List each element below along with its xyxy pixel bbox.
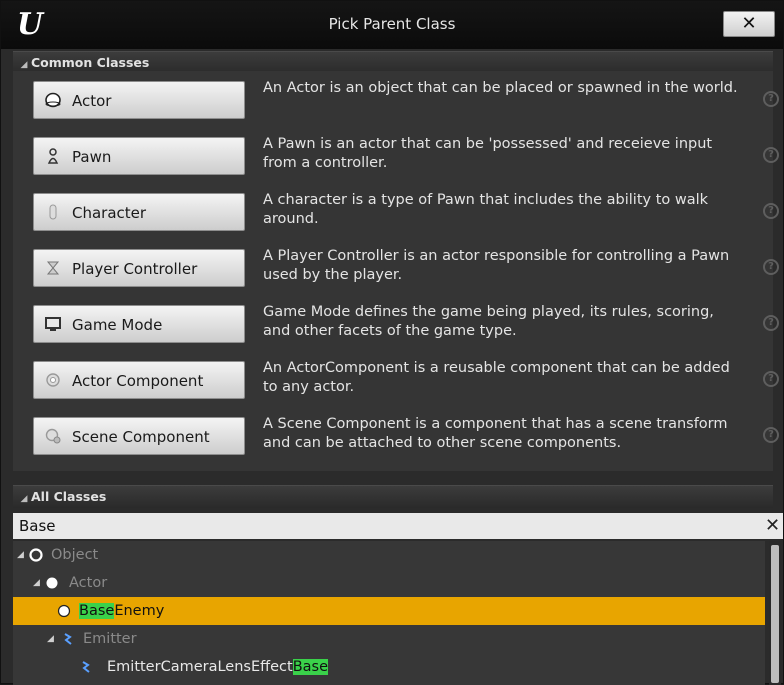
class-row-actor-component: Actor Component An ActorComponent is a r… (13, 353, 779, 409)
scene-component-button[interactable]: Scene Component (33, 417, 245, 455)
search-value: Base (19, 517, 56, 535)
player-controller-button[interactable]: Player Controller (33, 249, 245, 287)
actor-component-description: An ActorComponent is a reusable componen… (263, 360, 730, 395)
tree-row-emitter[interactable]: ◢ Emitter (13, 625, 765, 653)
emitter-icon (82, 661, 90, 673)
actor-component-button[interactable]: Actor Component (33, 361, 245, 399)
class-row-scene-component: Scene Component A Scene Component is a c… (13, 409, 779, 465)
actor-component-button-label: Actor Component (72, 372, 204, 390)
character-button-label: Character (72, 204, 147, 222)
class-tree: ◢ Object ◢ Actor BaseEnemy ◢ Emitter Emi… (13, 541, 765, 685)
tree-scrollbar[interactable] (769, 541, 781, 685)
sphere-icon (46, 577, 58, 589)
character-icon (49, 204, 57, 220)
help-icon[interactable]: ? (763, 147, 779, 163)
character-description: A character is a type of Pawn that inclu… (263, 192, 709, 227)
all-classes-title: All Classes (31, 489, 107, 504)
actor-description: An Actor is an object that can be placed… (263, 80, 738, 96)
class-row-game-mode: Game Mode Game Mode defines the game bei… (13, 297, 779, 353)
help-icon[interactable]: ? (763, 427, 779, 443)
player-controller-button-label: Player Controller (72, 260, 198, 278)
character-button[interactable]: Character (33, 193, 245, 231)
scene-component-description: A Scene Component is a component that ha… (263, 416, 728, 451)
expand-arrow-icon[interactable]: ◢ (47, 625, 54, 653)
pawn-button[interactable]: Pawn (33, 137, 245, 175)
class-row-character: Character A character is a type of Pawn … (13, 185, 779, 241)
common-classes-list: Actor An Actor is an object that can be … (13, 71, 779, 471)
sphere-icon (45, 92, 61, 108)
title-bar[interactable]: U Pick Parent Class ✕ (1, 1, 783, 49)
actor-button[interactable]: Actor (33, 81, 245, 119)
tree-label: Emitter (83, 631, 137, 647)
expand-arrow-icon[interactable]: ◢ (17, 541, 24, 569)
class-search-input[interactable]: Base ✕ (13, 513, 783, 539)
class-row-player-controller: Player Controller A Player Controller is… (13, 241, 779, 297)
tree-row-actor[interactable]: ◢ Actor (13, 569, 765, 597)
scene-component-icon (45, 428, 61, 444)
pawn-button-label: Pawn (72, 148, 112, 166)
search-match-highlight: Base (79, 603, 115, 619)
emitter-icon (64, 633, 72, 645)
player-controller-description: A Player Controller is an actor responsi… (263, 248, 730, 283)
expand-arrow-icon[interactable]: ◢ (33, 569, 40, 597)
common-classes-title: Common Classes (31, 55, 150, 70)
help-icon[interactable]: ? (763, 371, 779, 387)
help-icon[interactable]: ? (763, 203, 779, 219)
help-icon[interactable]: ? (763, 91, 779, 107)
game-mode-description: Game Mode defines the game being played,… (263, 304, 714, 339)
game-mode-button[interactable]: Game Mode (33, 305, 245, 343)
tree-label: BaseEnemy (79, 603, 165, 619)
tree-label: EmitterCameraLensEffectBase (107, 659, 329, 675)
tree-row-base-enemy[interactable]: BaseEnemy (13, 597, 765, 625)
class-row-pawn: Pawn A Pawn is an actor that can be 'pos… (13, 129, 779, 185)
help-icon[interactable]: ? (763, 259, 779, 275)
class-row-actor: Actor An Actor is an object that can be … (13, 73, 779, 129)
object-circle-icon (29, 548, 43, 562)
component-icon (46, 373, 60, 387)
help-icon[interactable]: ? (763, 315, 779, 331)
collapse-arrow-icon[interactable]: ◢ (17, 488, 31, 510)
sphere-icon (57, 604, 71, 618)
player-controller-icon (46, 261, 60, 275)
all-classes-header[interactable]: ◢ All Classes (13, 485, 773, 508)
tree-label: Object (51, 547, 99, 563)
tree-row-emitter-camera-lens-effect-base[interactable]: EmitterCameraLensEffectBase (13, 653, 765, 681)
scrollbar-thumb[interactable] (771, 545, 779, 683)
actor-button-label: Actor (72, 92, 112, 110)
dialog-title: Pick Parent Class (328, 15, 456, 33)
search-match-highlight: Base (292, 659, 329, 675)
monitor-icon (45, 317, 61, 331)
tree-row-object[interactable]: ◢ Object (13, 541, 765, 569)
pawn-icon (47, 148, 59, 164)
clear-search-icon[interactable]: ✕ (765, 513, 780, 539)
tree-label: Actor (69, 575, 108, 591)
pawn-description: A Pawn is an actor that can be 'possesse… (263, 136, 713, 171)
pick-parent-class-dialog: U Pick Parent Class ✕ ◢ Common Classes Ac… (0, 0, 784, 685)
scene-component-button-label: Scene Component (72, 428, 210, 446)
close-button[interactable]: ✕ (723, 11, 775, 37)
game-mode-button-label: Game Mode (72, 316, 163, 334)
